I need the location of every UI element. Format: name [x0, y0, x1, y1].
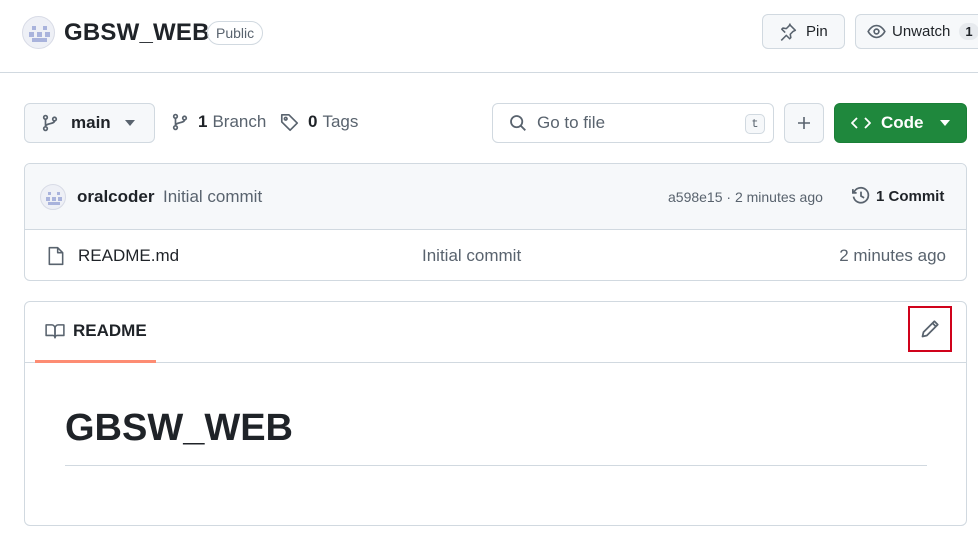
keyboard-shortcut-hint: t	[745, 114, 765, 134]
git-branch-icon	[42, 114, 58, 132]
pin-button[interactable]: Pin	[762, 14, 845, 49]
chevron-down-icon	[124, 120, 135, 126]
pin-label: Pin	[806, 23, 828, 40]
add-file-button[interactable]	[784, 103, 824, 143]
history-icon	[852, 186, 870, 204]
branches-label: Branch	[212, 112, 267, 131]
tab-readme[interactable]: README	[35, 302, 156, 363]
commit-author[interactable]: oralcoder	[77, 187, 154, 207]
repo-owner-avatar[interactable]	[22, 16, 55, 49]
tags-count: 0	[308, 112, 318, 131]
unwatch-button[interactable]: Unwatch 1	[855, 14, 978, 49]
readme-heading: GBSW_WEB	[65, 407, 293, 449]
code-button[interactable]: Code	[834, 103, 967, 143]
visibility-badge: Public	[207, 21, 264, 45]
branches-link[interactable]: 1 Branch	[171, 112, 266, 132]
heading-divider	[65, 465, 927, 466]
readme-header: README	[25, 302, 966, 363]
pencil-icon	[921, 320, 939, 338]
watch-counter: 1	[959, 23, 978, 40]
commit-author-avatar[interactable]	[40, 184, 66, 210]
file-browser: oralcoder Initial commit a598e15 · 2 min…	[24, 163, 967, 281]
tags-label: Tags	[322, 112, 359, 131]
branches-count: 1	[198, 112, 208, 131]
pin-icon	[780, 22, 797, 41]
go-to-file-input[interactable]	[537, 113, 727, 133]
tags-link[interactable]: 0 Tags	[280, 112, 358, 132]
chevron-down-icon	[939, 120, 950, 126]
file-name[interactable]: README.md	[78, 246, 179, 266]
plus-icon	[798, 117, 810, 129]
search-icon	[510, 115, 526, 131]
file-row[interactable]: README.md Initial commit 2 minutes ago	[25, 230, 966, 280]
readme-tab-label: README	[73, 321, 147, 340]
file-commit-message[interactable]: Initial commit	[422, 246, 521, 266]
branch-selector[interactable]: main	[24, 103, 155, 143]
git-branch-icon	[172, 113, 188, 131]
file-icon	[48, 246, 64, 266]
latest-commit-bar: oralcoder Initial commit a598e15 · 2 min…	[25, 164, 966, 230]
repo-name[interactable]: GBSW_WEB	[64, 19, 210, 47]
tag-icon	[280, 113, 299, 131]
book-icon	[45, 324, 65, 339]
edit-readme-button[interactable]	[908, 306, 952, 352]
commit-sha-time[interactable]: a598e15 · 2 minutes ago	[668, 189, 823, 205]
file-age: 2 minutes ago	[839, 246, 946, 265]
code-label: Code	[881, 113, 924, 132]
code-icon	[851, 117, 871, 129]
commits-link[interactable]: 1 Commit	[851, 186, 944, 206]
commits-label: 1 Commit	[876, 187, 945, 205]
readme-panel: README GBSW_WEB	[24, 301, 967, 526]
branch-name: main	[71, 113, 111, 132]
commit-message[interactable]: Initial commit	[163, 187, 262, 207]
go-to-file-search[interactable]: t	[492, 103, 774, 143]
unwatch-label: Unwatch	[892, 23, 951, 40]
repo-header: GBSW_WEB Public Pin Unwatch 1	[0, 0, 978, 73]
eye-icon	[867, 24, 886, 39]
